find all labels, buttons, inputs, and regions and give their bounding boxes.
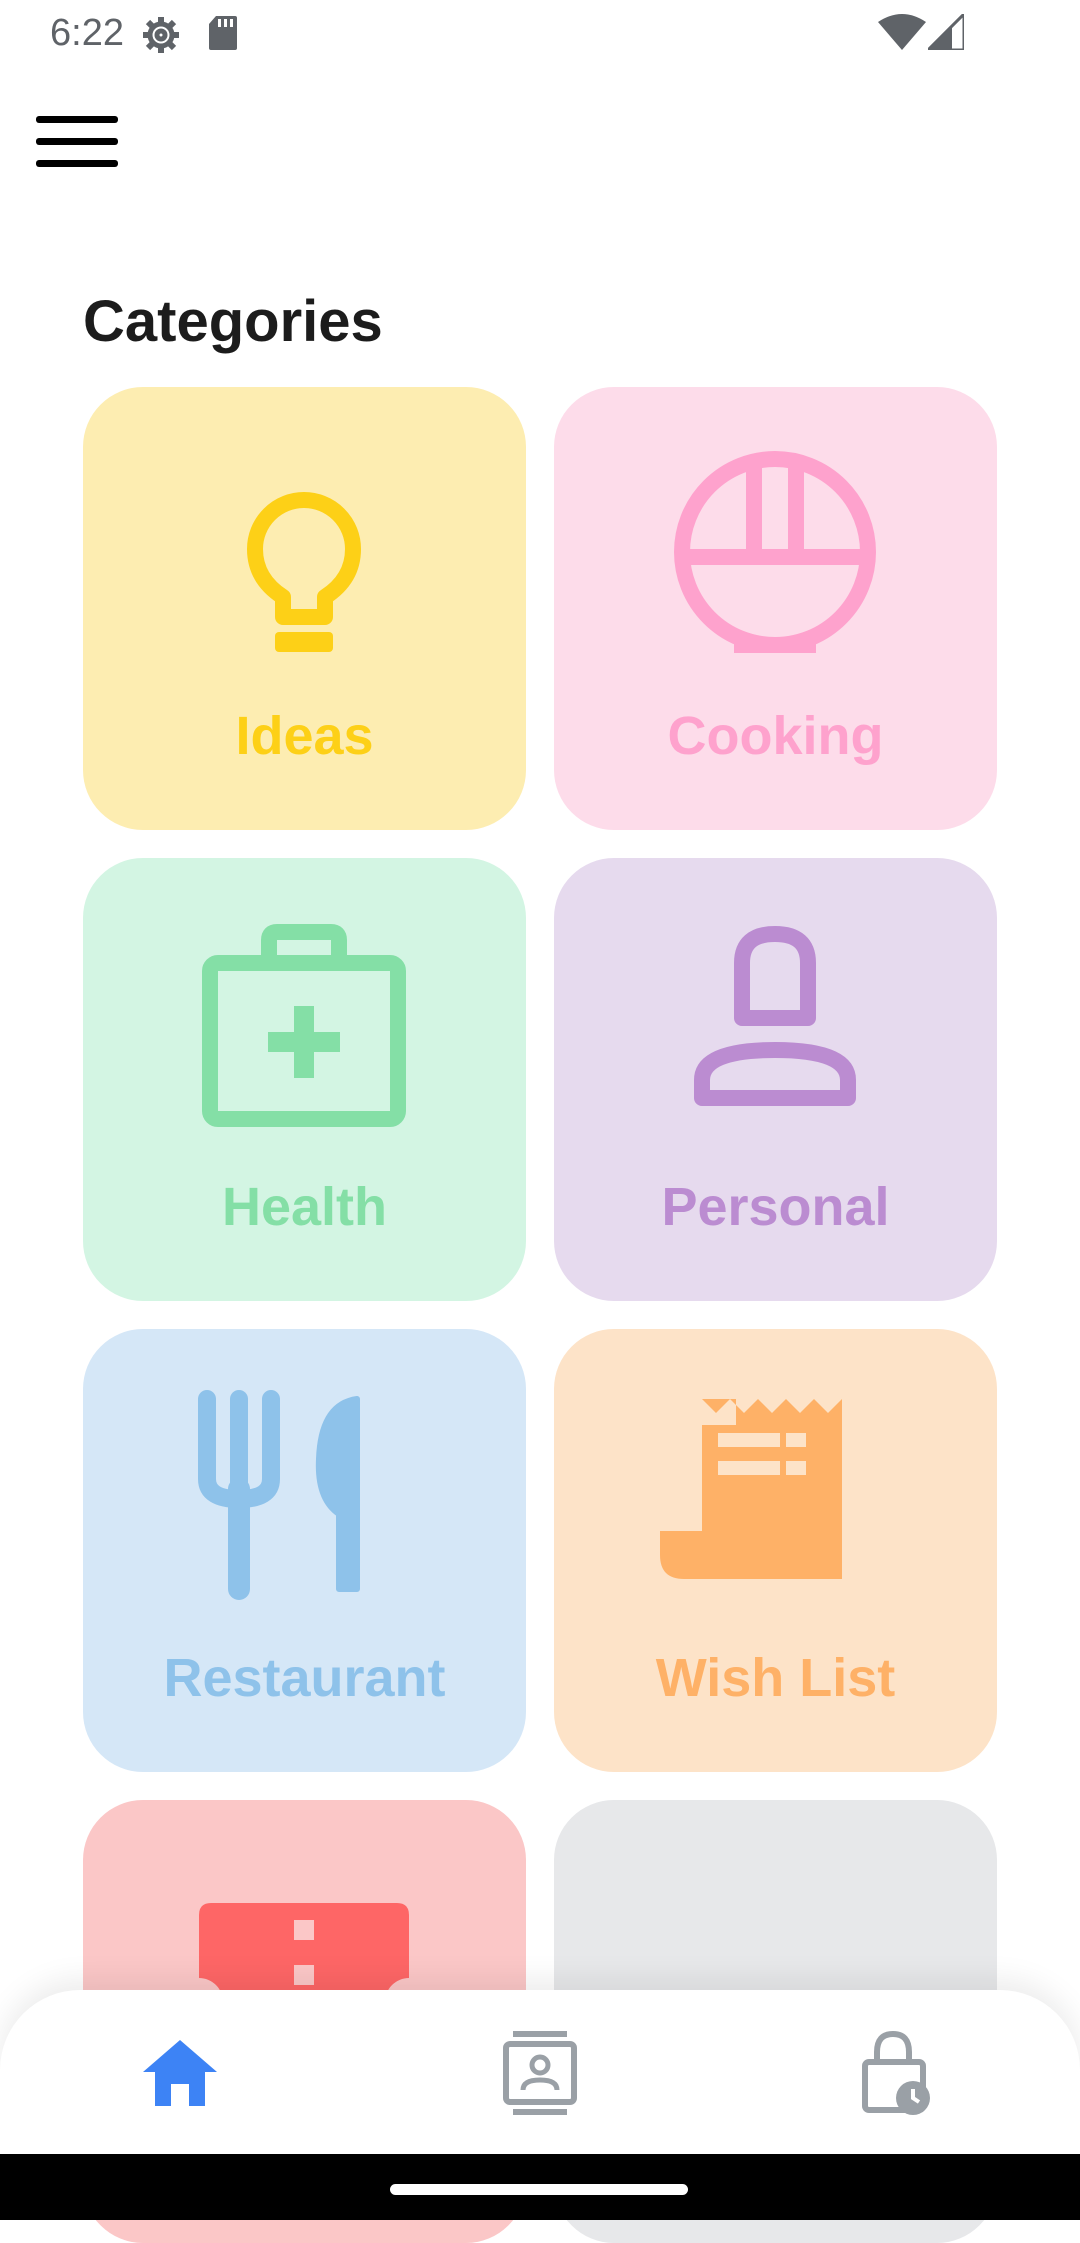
- nav-home-button[interactable]: [135, 2028, 225, 2118]
- contact-card-icon: [503, 2031, 577, 2115]
- wifi-icon: [878, 14, 926, 50]
- category-tile-personal[interactable]: Personal: [554, 858, 997, 1301]
- category-tile-cooking[interactable]: Cooking: [554, 387, 997, 830]
- system-navigation-bar: [0, 2154, 1080, 2220]
- nav-contacts-button[interactable]: [495, 2028, 585, 2118]
- lightbulb-icon: [247, 492, 361, 652]
- status-time: 6:22: [50, 12, 124, 54]
- fork-knife-icon: [198, 1390, 360, 1600]
- rice-bowl-icon: [674, 451, 876, 653]
- nav-lock-button[interactable]: [855, 2028, 945, 2118]
- hamburger-menu-icon: [36, 116, 118, 167]
- category-label: Personal: [661, 1177, 890, 1237]
- home-gesture-handle[interactable]: [390, 2184, 688, 2195]
- category-tile-restaurant[interactable]: Restaurant: [83, 1329, 526, 1772]
- category-label: Cooking: [667, 706, 884, 766]
- lock-clock-icon: [862, 2030, 930, 2115]
- category-tile-wish-list[interactable]: Wish List: [554, 1329, 997, 1772]
- category-label: Wish List: [655, 1648, 896, 1708]
- receipt-icon: [660, 1399, 842, 1579]
- sd-card-icon: [209, 16, 237, 50]
- category-tile-health[interactable]: Health: [83, 858, 526, 1301]
- medical-kit-icon: [202, 924, 406, 1127]
- settings-icon: [143, 17, 179, 53]
- home-icon: [143, 2040, 217, 2106]
- category-label: Ideas: [235, 706, 374, 766]
- status-bar: 6:22: [0, 0, 1080, 66]
- person-icon: [694, 926, 856, 1106]
- category-tile-ideas[interactable]: Ideas: [83, 387, 526, 830]
- menu-button[interactable]: [30, 106, 126, 178]
- category-label: Restaurant: [163, 1648, 446, 1708]
- cellular-signal-icon: [928, 14, 964, 50]
- page-title: Categories: [83, 289, 383, 354]
- category-label: Health: [221, 1177, 388, 1237]
- bottom-navigation: [0, 1990, 1080, 2154]
